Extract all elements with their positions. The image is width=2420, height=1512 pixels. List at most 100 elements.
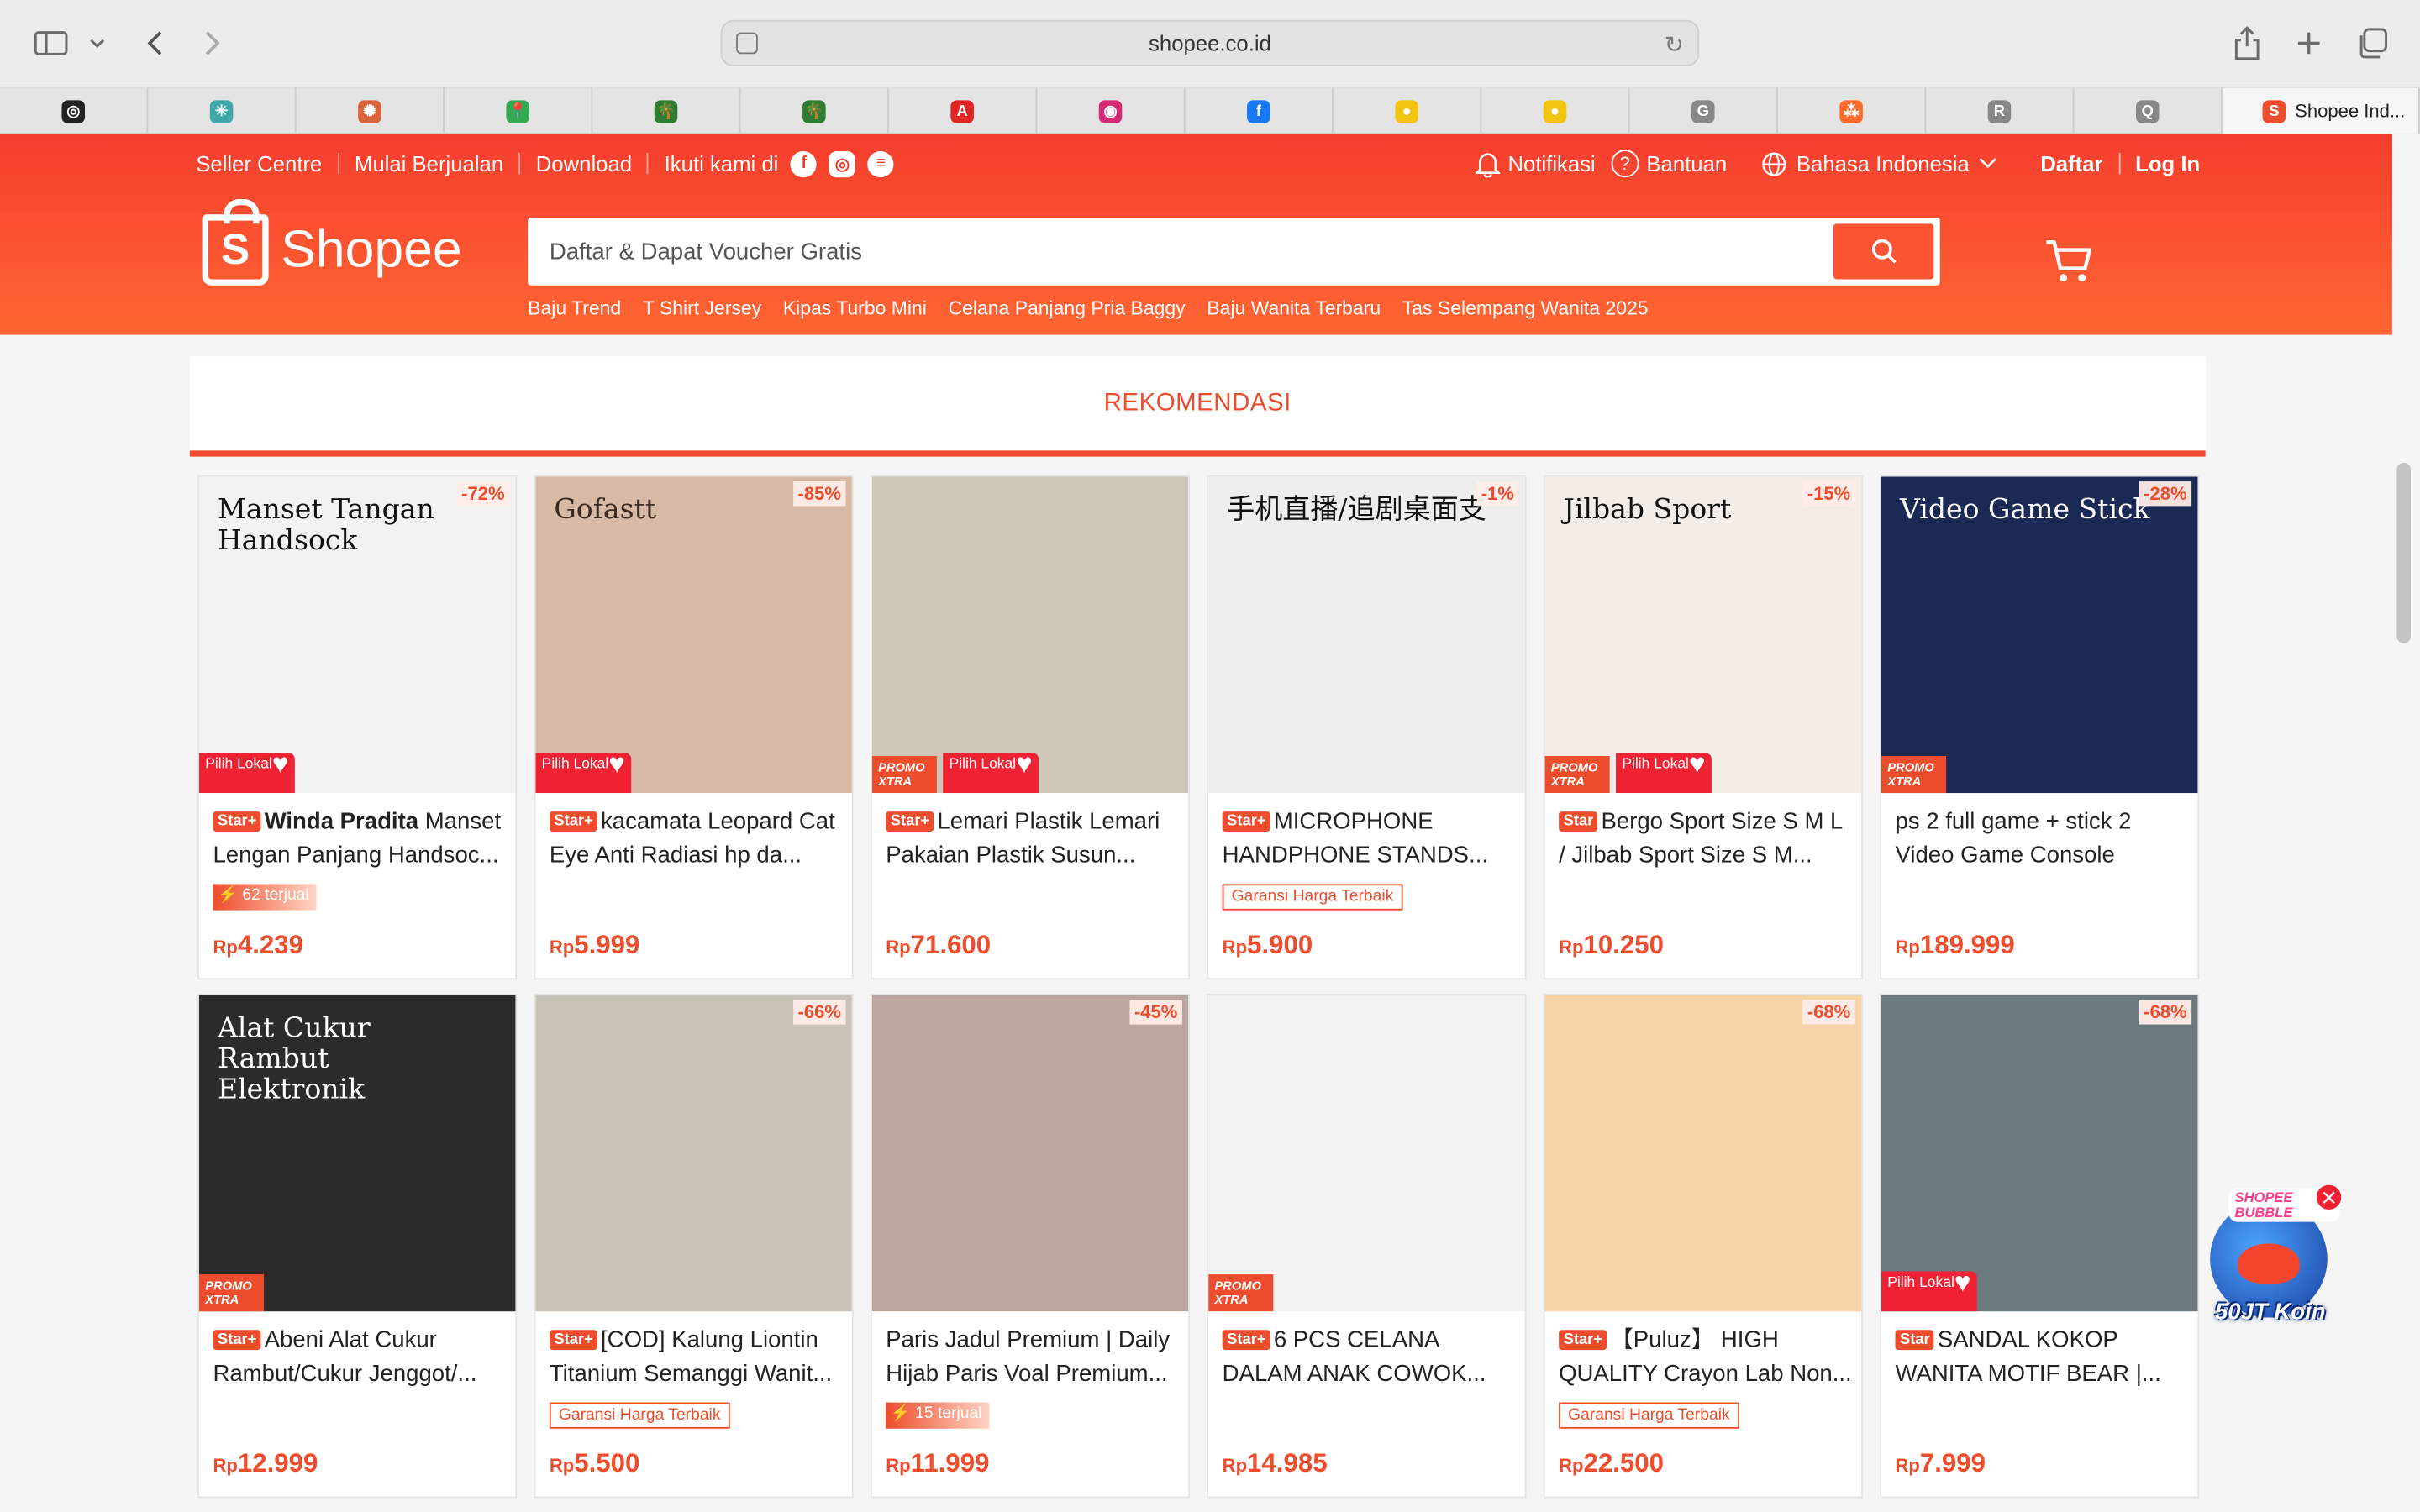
mulai-berjualan-link[interactable]: Mulai Berjualan: [355, 151, 503, 176]
instagram-icon[interactable]: ◎: [829, 150, 856, 177]
product-card[interactable]: PROMO XTRA Star+ 6 PCS CELANA DALAM ANAK C…: [1207, 993, 1527, 1499]
reload-icon[interactable]: ↻: [1665, 31, 1684, 59]
favorite-0[interactable]: ◎: [0, 87, 149, 134]
product-image[interactable]: 手机直播/追剧桌面支 -1%: [1208, 476, 1525, 794]
star-badge: Star+: [1222, 1330, 1271, 1351]
product-image[interactable]: Alat Cukur Rambut Elektronik PROMO XTRA: [198, 995, 516, 1312]
garansi-tag: Garansi Harga Terbaik: [1559, 1402, 1739, 1429]
product-card[interactable]: -68% Pilih Lokal StarSANDAL KOKOP WANITA M…: [1880, 993, 2200, 1499]
search-hint[interactable]: Baju Trend: [528, 297, 621, 319]
product-card[interactable]: 手机直播/追剧桌面支 -1% Star+ MICROPHONE HANDPHONE S…: [1207, 475, 1527, 980]
product-title[interactable]: Star+ Abeni Alat Cukur Rambut/Cukur Jengg…: [213, 1324, 506, 1392]
product-image[interactable]: PROMO XTRA Pilih Lokal: [871, 476, 1189, 794]
search-hint[interactable]: Tas Selempang Wanita 2025: [1402, 297, 1649, 319]
product-image[interactable]: PROMO XTRA: [1208, 995, 1525, 1312]
product-image[interactable]: -45%: [871, 995, 1189, 1312]
line-icon[interactable]: ≡: [867, 150, 895, 177]
favorite-2[interactable]: ✺: [297, 87, 445, 134]
tab-overview-icon[interactable]: [2355, 24, 2389, 61]
product-title[interactable]: Star+ 【Puluz】 HIGH QUALITY Crayon Lab Non…: [1559, 1324, 1852, 1392]
product-title[interactable]: Star+ [COD] Kalung Liontin Titanium Seman…: [549, 1324, 843, 1392]
favorite-6[interactable]: A: [889, 87, 1038, 134]
favorite-9[interactable]: ●: [1334, 87, 1482, 134]
perplexity-icon: ✳: [209, 99, 234, 123]
product-card[interactable]: PROMO XTRAPilih Lokal Star+Lemari Plastik…: [870, 475, 1191, 980]
chevron-down-icon: [1979, 158, 1996, 169]
star-badge: Star: [1559, 811, 1598, 832]
section-header-rekomendasi[interactable]: REKOMENDASI: [189, 356, 2206, 457]
product-card[interactable]: -45% Paris Jadul Premium | Daily Hijab Pa…: [870, 993, 1191, 1499]
site-settings-icon[interactable]: [736, 32, 758, 55]
price-value: 5.999: [574, 930, 640, 960]
product-image[interactable]: Gofastt -85% Pilih Lokal: [535, 476, 852, 794]
favorite-10[interactable]: ●: [1481, 87, 1630, 134]
login-link[interactable]: Log In: [2135, 151, 2200, 176]
shopee-logo[interactable]: S Shopee: [202, 198, 462, 286]
product-card[interactable]: Gofastt -85% Pilih Lokal Star+kacamata Leop…: [534, 475, 854, 980]
product-title[interactable]: Paris Jadul Premium | Daily Hijab Paris …: [886, 1324, 1179, 1392]
favorite-5[interactable]: 🌴: [741, 87, 889, 134]
daftar-link[interactable]: Daftar: [2040, 151, 2102, 176]
chevron-down-icon[interactable]: [87, 24, 108, 61]
close-icon[interactable]: ✕: [2315, 1183, 2344, 1211]
product-title[interactable]: Star+ Winda Pradita Manset Lengan Panjang…: [213, 806, 506, 874]
address-bar[interactable]: shopee.co.id ↻: [720, 19, 1700, 66]
forward-icon[interactable]: [201, 24, 225, 61]
product-card[interactable]: Manset Tangan Handsock -72% Pilih Lokal Sta…: [197, 475, 518, 980]
product-card[interactable]: Jilbab Sport -15% PROMO XTRAPilih Lokal Sta…: [1543, 475, 1863, 980]
product-title[interactable]: Star Bergo Sport Size S M L / Jilbab Spor…: [1559, 806, 1852, 874]
favorite-12[interactable]: ⁂: [1778, 87, 1927, 134]
scrollbar-thumb[interactable]: [2396, 463, 2411, 643]
back-icon[interactable]: [142, 24, 166, 61]
facebook-icon[interactable]: f: [791, 150, 818, 177]
product-card[interactable]: Alat Cukur Rambut Elektronik PROMO XTRA St…: [197, 993, 518, 1499]
sold-count: 15 terjual: [915, 1404, 982, 1423]
favorite-1[interactable]: ✳: [148, 87, 297, 134]
download-link[interactable]: Download: [536, 151, 632, 176]
product-title[interactable]: Star+ Lemari Plastik Lemari Pakaian Plast…: [886, 806, 1179, 874]
seller-centre-link[interactable]: Seller Centre: [196, 151, 322, 176]
product-image-caption: 手机直播/追剧桌面支: [1227, 493, 1486, 527]
search-hint[interactable]: Kipas Turbo Mini: [783, 297, 927, 319]
search-input[interactable]: [549, 217, 1815, 286]
search-hint[interactable]: Celana Panjang Pria Baggy: [949, 297, 1186, 319]
share-icon[interactable]: [2232, 24, 2263, 61]
favorite-3[interactable]: 📍: [445, 87, 593, 134]
product-card[interactable]: -68% Star+ 【Puluz】 HIGH QUALITY Crayon Lab…: [1543, 993, 1863, 1499]
product-image[interactable]: Video Game Stick -28% PROMO XTRA: [1881, 476, 2198, 794]
product-title[interactable]: Star+ kacamata Leopard Cat Eye Anti Radia…: [549, 806, 843, 874]
product-image[interactable]: Manset Tangan Handsock -72% Pilih Lokal: [198, 476, 516, 794]
product-title[interactable]: Star+ 6 PCS CELANA DALAM ANAK COWOK...: [1222, 1324, 1516, 1392]
product-title[interactable]: ps 2 full game + stick 2 Video Game Cons…: [1895, 806, 2188, 874]
search-hint[interactable]: Baju Wanita Terbaru: [1207, 297, 1381, 319]
favorite-14[interactable]: Q: [2075, 87, 2223, 134]
new-tab-icon[interactable]: [2293, 24, 2324, 61]
product-image[interactable]: Jilbab Sport -15% PROMO XTRA Pilih Lokal: [1544, 476, 1862, 794]
product-image[interactable]: -66%: [535, 995, 852, 1312]
cart-icon[interactable]: [2045, 238, 2095, 291]
favorite-13[interactable]: R: [1926, 87, 2075, 134]
product-title[interactable]: Star SANDAL KOKOP WANITA MOTIF BEAR |...: [1895, 1324, 2188, 1392]
notifikasi-link[interactable]: Notifikasi: [1507, 151, 1595, 176]
product-image[interactable]: -68% Pilih Lokal: [1881, 995, 2198, 1312]
search-hint[interactable]: T Shirt Jersey: [643, 297, 761, 319]
sidebar-toggle-icon[interactable]: [34, 24, 68, 61]
favorite-7[interactable]: ◉: [1037, 87, 1186, 134]
search-button[interactable]: [1833, 223, 1934, 280]
bantuan-link[interactable]: Bantuan: [1646, 151, 1727, 176]
language-selector[interactable]: Bahasa Indonesia: [1797, 151, 1970, 176]
favorite-4[interactable]: 🌴: [592, 87, 741, 134]
facebook-icon: f: [1247, 99, 1270, 123]
openai-icon: ◎: [61, 99, 86, 123]
favorite-11[interactable]: G: [1630, 87, 1778, 134]
product-card[interactable]: -66% Star+ [COD] Kalung Liontin Titanium S…: [534, 993, 854, 1499]
favorite-8[interactable]: f: [1186, 87, 1334, 134]
top-nav-right: Notifikasi ? Bantuan Bahasa Indonesia Da…: [1475, 150, 2200, 178]
product-card[interactable]: Video Game Stick -28% PROMO XTRA ps 2 full …: [1880, 475, 2200, 980]
tab-shopee[interactable]: S Shopee Ind...: [2222, 87, 2420, 134]
shopee-bubble-widget[interactable]: SHOPEE BUBBLE 50JT Koin ✕: [2201, 1183, 2344, 1334]
sold-count: 62 terjual: [242, 885, 309, 905]
product-title[interactable]: Star+ MICROPHONE HANDPHONE STANDS...: [1222, 806, 1516, 874]
product-image[interactable]: -68%: [1544, 995, 1862, 1312]
search-suggestions: Baju Trend T Shirt Jersey Kipas Turbo Mini…: [528, 297, 1648, 319]
